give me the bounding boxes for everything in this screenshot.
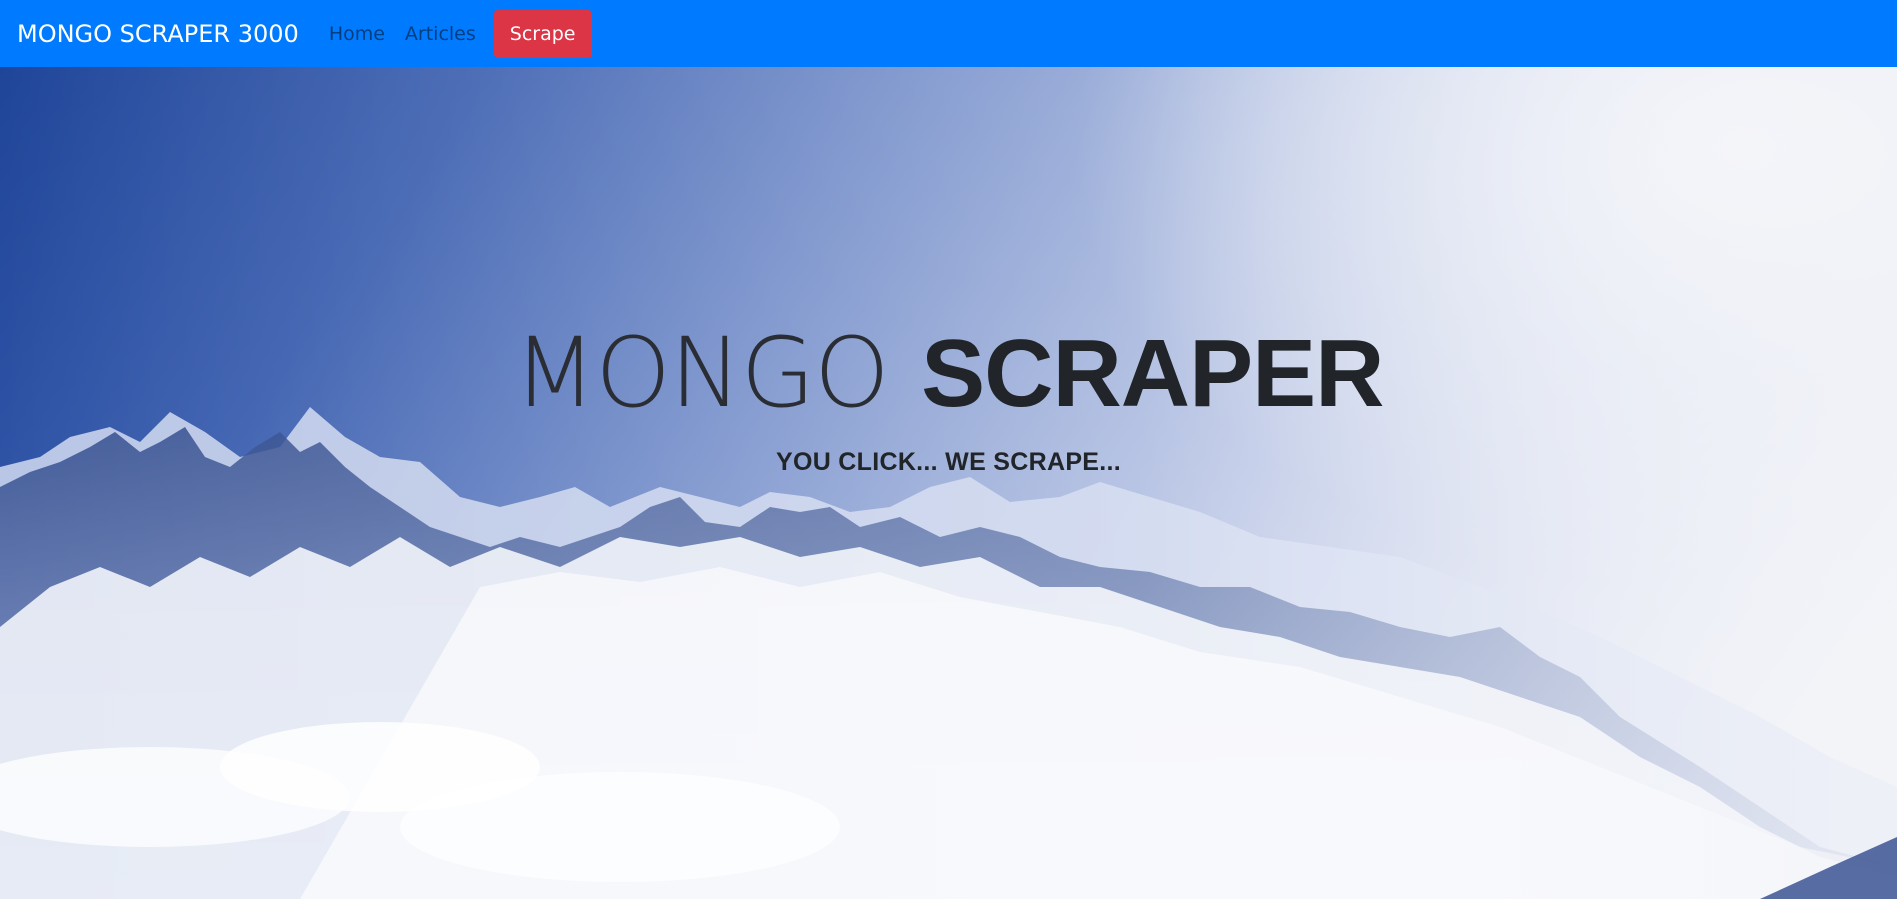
brand-link[interactable]: MONGO SCRAPER 3000 <box>17 22 299 46</box>
hero-subtitle: YOU CLICK... WE SCRAPE... <box>775 448 1122 476</box>
hero-title-light: MONGO <box>513 317 890 429</box>
nav-link-articles[interactable]: Articles <box>405 23 476 45</box>
nav-link-home[interactable]: Home <box>329 23 385 45</box>
scrape-button[interactable]: Scrape <box>493 9 592 58</box>
hero-text: MONGO SCRAPER YOU CLICK... WE SCRAPE... <box>0 325 1897 477</box>
mountain-background-image <box>0 67 1897 899</box>
hero-title: MONGO SCRAPER <box>0 325 1897 422</box>
haze-overlay <box>0 67 1897 899</box>
hero-title-bold: SCRAPER <box>921 320 1384 427</box>
navbar: MONGO SCRAPER 3000 Home Articles Scrape <box>0 0 1897 67</box>
hero-section: MONGO SCRAPER YOU CLICK... WE SCRAPE... <box>0 67 1897 899</box>
